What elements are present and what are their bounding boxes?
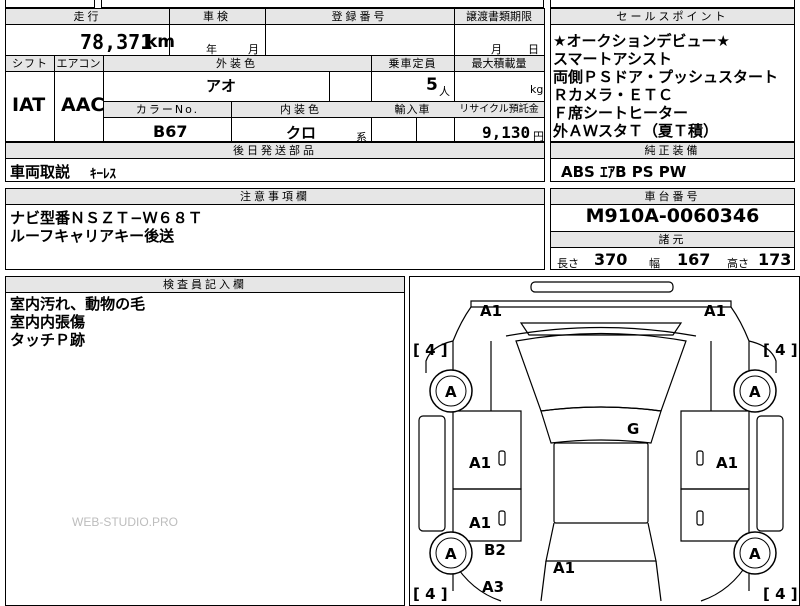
chassis-box: 車台番号 M910A-0060346 諸元 長さ 370 幅 167 高さ 17…: [550, 188, 795, 270]
damage-mark-tailgate: A1: [553, 559, 575, 577]
tires: [429, 369, 777, 575]
vehicle-info-box: 走行 車検 登録番号 譲渡書類期限 78,371 km 年 月 月 日 シフト …: [5, 8, 545, 144]
car-outline: [418, 281, 784, 602]
selling-point: 両側ＰＳドア・プッシュスタート: [553, 68, 779, 86]
selling-point: スマートアシスト: [553, 50, 672, 68]
tire-grade: A: [749, 545, 761, 563]
specs-header: 諸元: [551, 232, 794, 248]
top-partial-left: [5, 0, 95, 8]
tire-grade: A: [749, 383, 761, 401]
import-header: 輸入車: [371, 102, 454, 118]
later-parts-header: 後日発送部品: [6, 143, 544, 159]
tread-depth: [ 4 ]: [763, 585, 798, 603]
capacity-header: 乗車定員: [371, 56, 454, 72]
recycle-value: 9,130: [482, 123, 531, 142]
aircon-header: エアコン: [54, 56, 103, 72]
inspector-notes-box: 検査員記入欄 室内汚れ、動物の毛 室内内張傷 タッチＰ跡 WEB-STUDIO.…: [5, 276, 405, 606]
transfer-deadline-header: 譲渡書類期限: [454, 9, 544, 25]
mileage-header: 走行: [6, 9, 169, 25]
damage-mark-front-left: A1: [480, 302, 502, 320]
max-load-unit: kg: [530, 83, 544, 96]
car-diagram-box: A A A A [ 4 ] [ 4 ] [ 4 ] [ 4 ] A1 A1 G …: [409, 276, 800, 606]
mileage-unit: km: [146, 32, 176, 52]
exterior-color-header: 外装色: [103, 56, 371, 72]
selling-point: 外ＡＷスタＴ（夏Ｔ積）: [553, 122, 719, 140]
color-no-header: カラーNo.: [104, 102, 231, 118]
top-partial-center: [101, 0, 544, 8]
selling-point: Ｆ席シートヒーター: [553, 104, 689, 122]
selling-points-list: ★オークションデビュー★ スマートアシスト 両側ＰＳドア・プッシュスタート Ｒカ…: [553, 32, 778, 140]
damage-mark-left-rocker: B2: [484, 541, 506, 559]
capacity-unit: 人: [439, 85, 450, 98]
inspector-note-line: 室内内張傷: [10, 313, 86, 331]
selling-points-box: セールスポイント ★オークションデビュー★ スマートアシスト 両側ＰＳドア・プッ…: [550, 8, 795, 142]
tread-depth: [ 4 ]: [413, 585, 448, 603]
note-line: ルーフキャリアキー後送: [10, 227, 175, 245]
notes-box: 注意事項欄 ナビ型番ＮＳＺＴ−Ｗ６８Ｔ ルーフキャリアキー後送: [5, 188, 545, 270]
tire-grade: A: [445, 383, 457, 401]
shift-value: IAT: [12, 94, 46, 116]
selling-point: Ｒカメラ・ＥＴＣ: [553, 86, 674, 104]
color-no-value: B67: [153, 122, 188, 141]
damage-mark-front-right: A1: [704, 302, 726, 320]
tread-depth: [ 4 ]: [413, 341, 448, 359]
tire-grade: A: [445, 545, 457, 563]
recycle-header: リサイクル預託金: [454, 102, 544, 118]
inspector-note-line: タッチＰ跡: [10, 331, 86, 349]
car-diagram: A A A A [ 4 ] [ 4 ] [ 4 ] [ 4 ] A1 A1 G …: [413, 281, 798, 603]
selling-points-header: セールスポイント: [551, 9, 794, 25]
selling-point: ★オークションデビュー★: [553, 32, 730, 50]
shift-header: シフト: [6, 56, 54, 72]
capacity-value: 5: [426, 75, 438, 95]
inspection-header: 車検: [169, 9, 265, 25]
damage-mark-left-front-door: A1: [469, 454, 491, 472]
interior-color-value: クロ: [286, 124, 317, 142]
later-parts-item: ｷｰﾚｽ: [90, 167, 116, 182]
inspector-note-line: 室内汚れ、動物の毛: [10, 295, 146, 313]
tread-depth: [ 4 ]: [763, 341, 798, 359]
watermark: WEB-STUDIO.PRO: [72, 515, 179, 529]
spec-length-label: 長さ: [557, 257, 579, 270]
top-partial-right: [550, 0, 795, 8]
damage-mark-right-front-door: A1: [716, 454, 738, 472]
later-parts-label: 車両取説: [10, 163, 71, 181]
aircon-value: AAC: [61, 94, 105, 116]
genuine-equipment-header: 純正装備: [551, 143, 794, 159]
chassis-header: 車台番号: [551, 189, 794, 205]
damage-mark-left-rear-door: A1: [469, 514, 491, 532]
spec-width-label: 幅: [649, 257, 660, 270]
registration-header: 登録番号: [265, 9, 454, 25]
spec-width-value: 167: [677, 250, 711, 269]
max-load-header: 最大積載量: [454, 56, 544, 72]
exterior-color-value: アオ: [206, 77, 237, 95]
notes-header: 注意事項欄: [6, 189, 544, 205]
chassis-number: M910A-0060346: [585, 205, 760, 227]
genuine-equipment-value: ABS ｴｱB PS PW: [561, 163, 687, 181]
damage-mark-left-quarter: A3: [482, 578, 504, 596]
spec-length-value: 370: [594, 250, 628, 269]
damage-mark-roof: G: [627, 420, 639, 438]
spec-height-value: 173: [758, 250, 792, 269]
interior-color-header: 内装色: [231, 102, 371, 118]
inspector-notes-header: 検査員記入欄: [6, 277, 404, 293]
spec-height-label: 高さ: [727, 257, 749, 270]
genuine-equipment-box: 純正装備 ABS ｴｱB PS PW: [550, 142, 795, 182]
later-parts-box: 後日発送部品 車両取説 ｷｰﾚｽ: [5, 142, 545, 182]
mileage-value: 78,371: [80, 30, 153, 54]
note-line: ナビ型番ＮＳＺＴ−Ｗ６８Ｔ: [10, 209, 203, 227]
